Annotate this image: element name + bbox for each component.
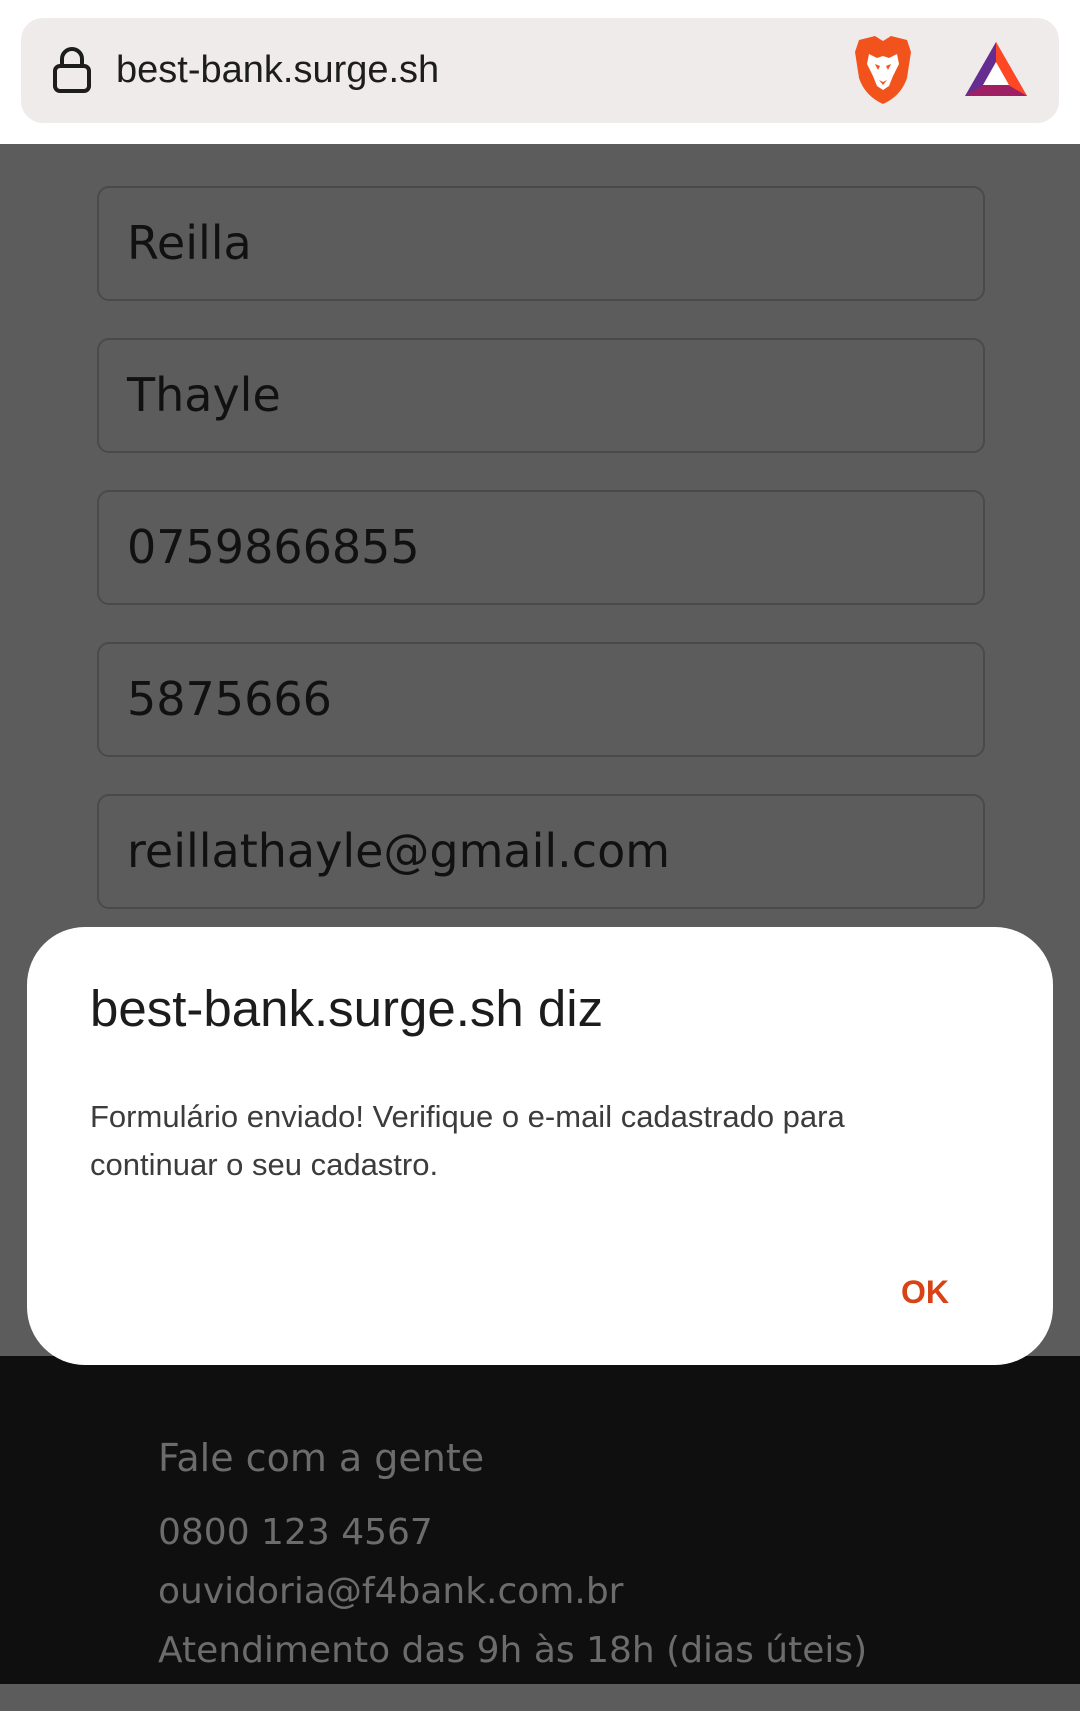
phone-field[interactable]: 0759866855 xyxy=(97,490,985,605)
bat-rewards-icon[interactable] xyxy=(963,38,1029,104)
last-name-value: Thayle xyxy=(127,368,281,422)
address-bar[interactable]: best-bank.surge.sh xyxy=(21,18,1059,123)
phone-value: 0759866855 xyxy=(127,520,420,574)
brave-shield-icon[interactable] xyxy=(845,32,921,108)
footer: Fale com a gente 0800 123 4567 ouvidoria… xyxy=(0,1356,1080,1684)
ok-button[interactable]: OK xyxy=(885,1267,965,1317)
footer-email: ouvidoria@f4bank.com.br xyxy=(158,1571,624,1612)
footer-hours: Atendimento das 9h às 18h (dias úteis) xyxy=(158,1630,868,1671)
first-name-field[interactable]: Reilla xyxy=(97,186,985,301)
url-text[interactable]: best-bank.surge.sh xyxy=(116,18,439,123)
last-name-field[interactable]: Thayle xyxy=(97,338,985,453)
email-value: reillathayle@gmail.com xyxy=(127,824,671,878)
bottom-strip xyxy=(0,1684,1080,1711)
first-name-value: Reilla xyxy=(127,216,252,270)
dialog-message: Formulário enviado! Verifique o e-mail c… xyxy=(90,1099,845,1182)
footer-heading: Fale com a gente xyxy=(158,1436,485,1480)
lock-icon[interactable] xyxy=(52,46,92,94)
email-field[interactable]: reillathayle@gmail.com xyxy=(97,794,985,909)
code-value: 5875666 xyxy=(127,672,332,726)
code-field[interactable]: 5875666 xyxy=(97,642,985,757)
footer-phone: 0800 123 4567 xyxy=(158,1512,433,1553)
alert-dialog: best-bank.surge.sh diz Formulário enviad… xyxy=(27,927,1053,1365)
dialog-title: best-bank.surge.sh diz xyxy=(90,980,604,1037)
browser-toolbar: best-bank.surge.sh xyxy=(0,0,1080,144)
